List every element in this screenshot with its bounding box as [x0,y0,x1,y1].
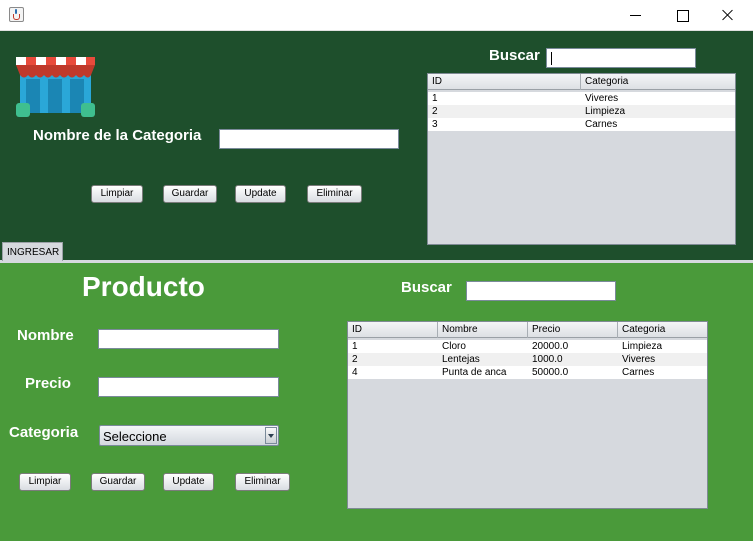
cell-id: 4 [352,367,358,378]
cell-categoria: Viveres [585,93,619,104]
precio-label: Precio [25,375,71,392]
producto-title: Producto [82,271,205,302]
nombre-label: Nombre [17,327,74,344]
cell-categoria: Limpieza [585,106,626,117]
store-icon [16,57,95,117]
producto-update-button[interactable]: Update [163,473,214,491]
cell-id: 2 [432,106,438,117]
categoria-search-label: Buscar [489,47,540,64]
column-header-precio[interactable]: Precio [528,322,618,338]
window-titlebar [0,0,753,31]
cell-precio: 1000.0 [532,354,563,365]
cell-id: 1 [352,341,358,352]
categoria-limpiar-button[interactable]: Limpiar [91,185,143,203]
cell-precio: 50000.0 [532,367,569,378]
table-row[interactable]: 3 Carnes [428,118,735,131]
column-header-nombre[interactable]: Nombre [438,322,528,338]
categoria-label: Categoria [9,424,79,441]
producto-table-header: ID Nombre Precio Categoria [348,322,707,338]
table-row[interactable]: 4 Punta de anca 50000.0 Carnes [348,366,707,379]
categoria-select[interactable]: Seleccione [99,425,279,446]
table-row[interactable]: 1 Viveres [428,92,735,105]
cell-categoria: Carnes [585,119,618,130]
cell-categoria: Carnes [622,367,655,378]
producto-search-input[interactable] [466,281,616,301]
table-row[interactable]: 2 Limpieza [428,105,735,118]
java-app-icon [9,7,24,22]
cell-precio: 20000.0 [532,341,569,352]
producto-guardar-button[interactable]: Guardar [91,473,145,491]
producto-limpiar-button[interactable]: Limpiar [19,473,71,491]
chevron-down-icon[interactable] [265,427,277,444]
close-button[interactable] [705,0,751,31]
cell-categoria: Limpieza [622,341,663,352]
producto-eliminar-button[interactable]: Eliminar [235,473,290,491]
producto-search-label: Buscar [401,279,452,296]
cell-nombre: Lentejas [442,354,480,365]
categoria-guardar-button[interactable]: Guardar [163,185,217,203]
producto-table[interactable]: ID Nombre Precio Categoria 1 Cloro 20000… [347,321,708,509]
cell-id: 3 [432,119,438,130]
categoria-table[interactable]: ID Categoria 1 Viveres 2 Limpieza 3 Carn… [427,73,736,245]
cell-nombre: Punta de anca [442,367,507,378]
table-row[interactable]: 1 Cloro 20000.0 Limpieza [348,340,707,353]
categoria-select-value: Seleccione [103,429,167,444]
cell-categoria: Viveres [622,354,656,365]
precio-input[interactable] [98,377,279,397]
table-row[interactable]: 2 Lentejas 1000.0 Viveres [348,353,707,366]
cell-id: 1 [432,93,438,104]
maximize-button[interactable] [659,0,705,31]
minimize-button[interactable] [613,0,659,31]
column-header-id[interactable]: ID [428,74,581,90]
categoria-name-label: Nombre de la Categoria [33,127,202,144]
categoria-eliminar-button[interactable]: Eliminar [307,185,362,203]
cell-id: 2 [352,354,358,365]
categoria-search-input[interactable] [546,48,696,68]
nombre-input[interactable] [98,329,279,349]
cell-nombre: Cloro [442,341,466,352]
column-header-categoria[interactable]: Categoria [618,322,707,338]
categoria-table-header: ID Categoria [428,74,735,90]
column-header-id[interactable]: ID [348,322,438,338]
column-header-categoria[interactable]: Categoria [581,74,735,90]
categoria-update-button[interactable]: Update [235,185,286,203]
categoria-name-input[interactable] [219,129,399,149]
tab-ingresar[interactable]: INGRESAR [2,242,63,261]
